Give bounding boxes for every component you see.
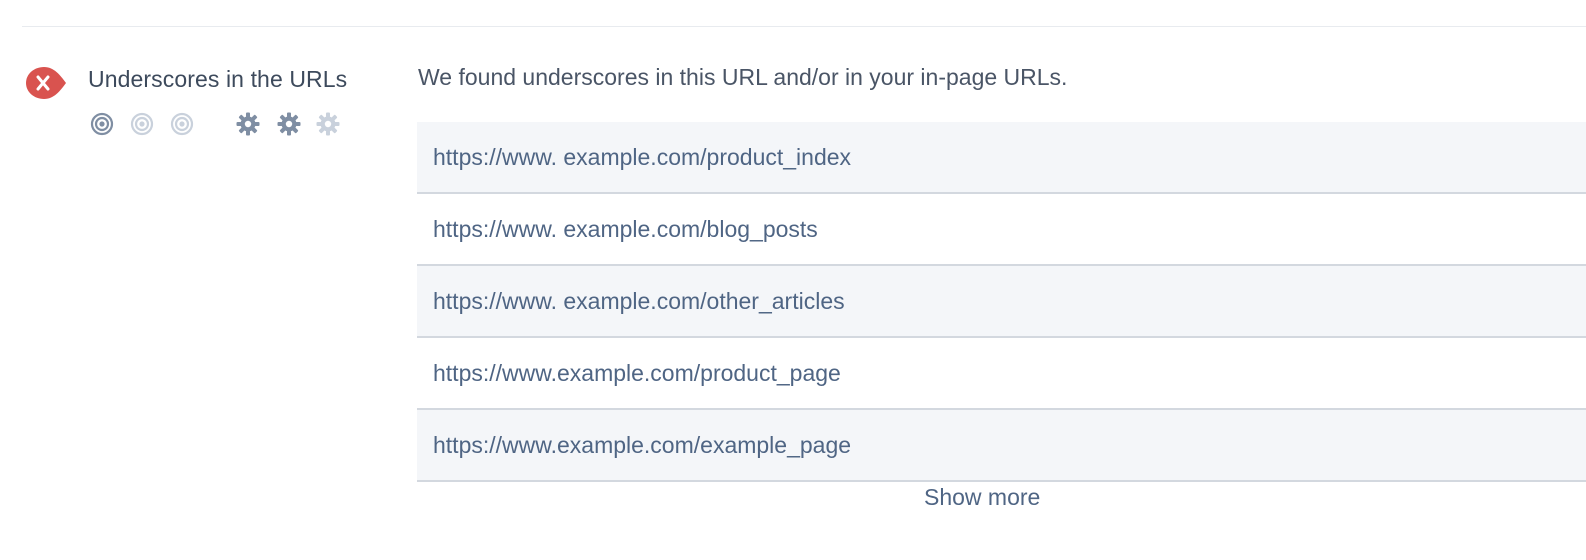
url-list-item: https://www. example.com/other_articles: [417, 266, 1586, 338]
url-list-item: https://www. example.com/product_index: [417, 122, 1586, 194]
url-list-item: https://www.example.com/product_page: [417, 338, 1586, 410]
target-icon: [90, 112, 114, 136]
error-x-icon: [26, 67, 66, 99]
gear-icon: [277, 112, 301, 136]
gear-icon: [316, 112, 340, 136]
audit-check-underscores: Underscores in the URLs We found undersc…: [0, 0, 1586, 560]
url-list: https://www. example.com/product_index h…: [417, 122, 1586, 482]
target-icon: [130, 112, 154, 136]
show-more-button[interactable]: Show more: [924, 484, 1040, 511]
url-link[interactable]: https://www. example.com/product_index: [433, 144, 851, 171]
url-link[interactable]: https://www.example.com/example_page: [433, 432, 851, 459]
check-title: Underscores in the URLs: [88, 66, 348, 92]
url-link[interactable]: https://www. example.com/other_articles: [433, 288, 845, 315]
url-link[interactable]: https://www.example.com/product_page: [433, 360, 841, 387]
gear-icon: [236, 112, 260, 136]
check-indicators: [89, 111, 349, 137]
target-icon: [170, 112, 194, 136]
url-link[interactable]: https://www. example.com/blog_posts: [433, 216, 818, 243]
check-description: We found underscores in this URL and/or …: [418, 64, 1068, 90]
url-list-item: https://www. example.com/blog_posts: [417, 194, 1586, 266]
url-list-item: https://www.example.com/example_page: [417, 410, 1586, 482]
